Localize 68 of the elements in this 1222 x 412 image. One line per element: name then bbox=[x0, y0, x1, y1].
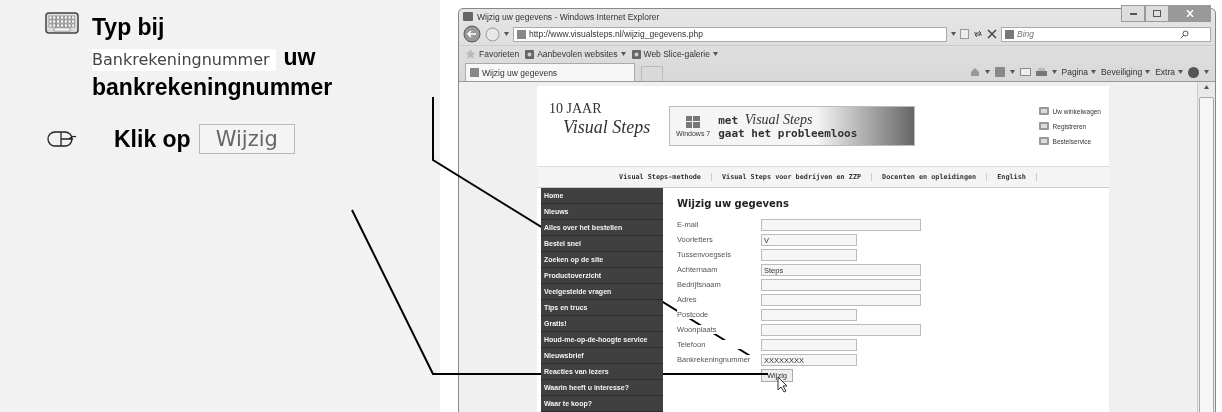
link-icon bbox=[1037, 106, 1050, 116]
site-icon bbox=[631, 49, 641, 59]
keyboard-icon bbox=[45, 12, 79, 34]
input-field[interactable] bbox=[761, 323, 921, 336]
input-field[interactable] bbox=[761, 218, 921, 231]
input-field[interactable] bbox=[761, 293, 921, 306]
minimize-icon bbox=[1129, 12, 1137, 15]
address-text: http://www.visualsteps.nl/wijzig_gegevens.php bbox=[529, 29, 703, 40]
window-title: Wijzig uw gegevens - Windows Internet Explorer bbox=[477, 11, 661, 22]
favorites-item[interactable]: Web Slice-galerie bbox=[631, 49, 718, 60]
caret-icon bbox=[984, 70, 990, 74]
search-icon bbox=[1180, 30, 1189, 39]
caret-icon bbox=[1178, 70, 1183, 74]
favorites-item[interactable]: Aanbevolen websites bbox=[525, 49, 626, 60]
refresh-icon[interactable] bbox=[973, 30, 983, 39]
mouse-icon bbox=[47, 131, 77, 147]
instruction-text: Typ bij bbox=[92, 13, 166, 42]
banner-text: met Visual Steps bbox=[718, 112, 814, 127]
caret-icon bbox=[504, 32, 509, 37]
caret-icon bbox=[1051, 70, 1057, 74]
caret-icon bbox=[713, 52, 718, 57]
search-input[interactable]: Bing bbox=[1017, 29, 1177, 40]
input-field[interactable] bbox=[761, 278, 921, 291]
printer-icon[interactable] bbox=[1035, 67, 1047, 77]
maximize-button[interactable] bbox=[1145, 5, 1169, 23]
command-menu[interactable]: Beveiliging bbox=[1101, 67, 1151, 77]
caret-icon bbox=[1204, 85, 1209, 89]
banner-text: gaat het probleemloos bbox=[718, 126, 858, 140]
button-image: Wijzig bbox=[198, 124, 295, 154]
command-menu[interactable]: Pagina bbox=[1061, 67, 1097, 77]
mail-icon[interactable] bbox=[1019, 68, 1031, 76]
caret-icon bbox=[620, 52, 626, 57]
instruction-text: Klik op bbox=[114, 125, 191, 154]
command-menu[interactable]: Extra bbox=[1155, 67, 1183, 77]
compatibility-icon[interactable] bbox=[960, 29, 969, 40]
forward-button[interactable] bbox=[485, 27, 500, 42]
close-icon bbox=[1186, 10, 1194, 18]
page-icon bbox=[470, 68, 479, 77]
site-logo: 10 JAAR Visual Steps bbox=[549, 101, 652, 139]
link-icon bbox=[1037, 121, 1050, 131]
input-field[interactable] bbox=[761, 248, 857, 261]
caret-icon bbox=[951, 32, 956, 37]
windows-logo-icon bbox=[685, 115, 702, 129]
browser-tab[interactable]: Wijzig uw gegevens bbox=[465, 63, 635, 81]
instruction-text: bankrekeningnummer bbox=[92, 73, 334, 102]
instruction-text: uw bbox=[283, 44, 316, 70]
maximize-icon bbox=[1153, 10, 1161, 18]
minimize-button[interactable] bbox=[1121, 5, 1145, 23]
star-icon bbox=[465, 49, 476, 60]
caret-icon bbox=[1145, 70, 1151, 74]
field-label-image: Bankrekeningnummer bbox=[92, 49, 276, 71]
caret-icon bbox=[1009, 70, 1015, 74]
favorites-item[interactable]: Favorieten bbox=[465, 49, 520, 60]
site-icon bbox=[463, 12, 473, 22]
home-icon[interactable] bbox=[969, 67, 980, 77]
link-icon bbox=[1037, 136, 1050, 146]
address-bar[interactable]: http://www.visualsteps.nl/wijzig_gegevens.php bbox=[513, 27, 947, 42]
caret-icon bbox=[1204, 70, 1209, 74]
back-button[interactable] bbox=[463, 25, 481, 44]
caret-icon bbox=[1091, 70, 1097, 74]
stop-icon[interactable] bbox=[987, 29, 997, 40]
search-field[interactable]: Bing bbox=[1001, 27, 1211, 42]
input-field[interactable] bbox=[761, 308, 857, 321]
input-field[interactable] bbox=[761, 338, 857, 351]
scrollbar[interactable] bbox=[1197, 82, 1215, 412]
page-icon bbox=[517, 30, 526, 39]
form-title: Wijzig uw gegevens bbox=[677, 198, 790, 209]
site-icon bbox=[525, 49, 535, 59]
